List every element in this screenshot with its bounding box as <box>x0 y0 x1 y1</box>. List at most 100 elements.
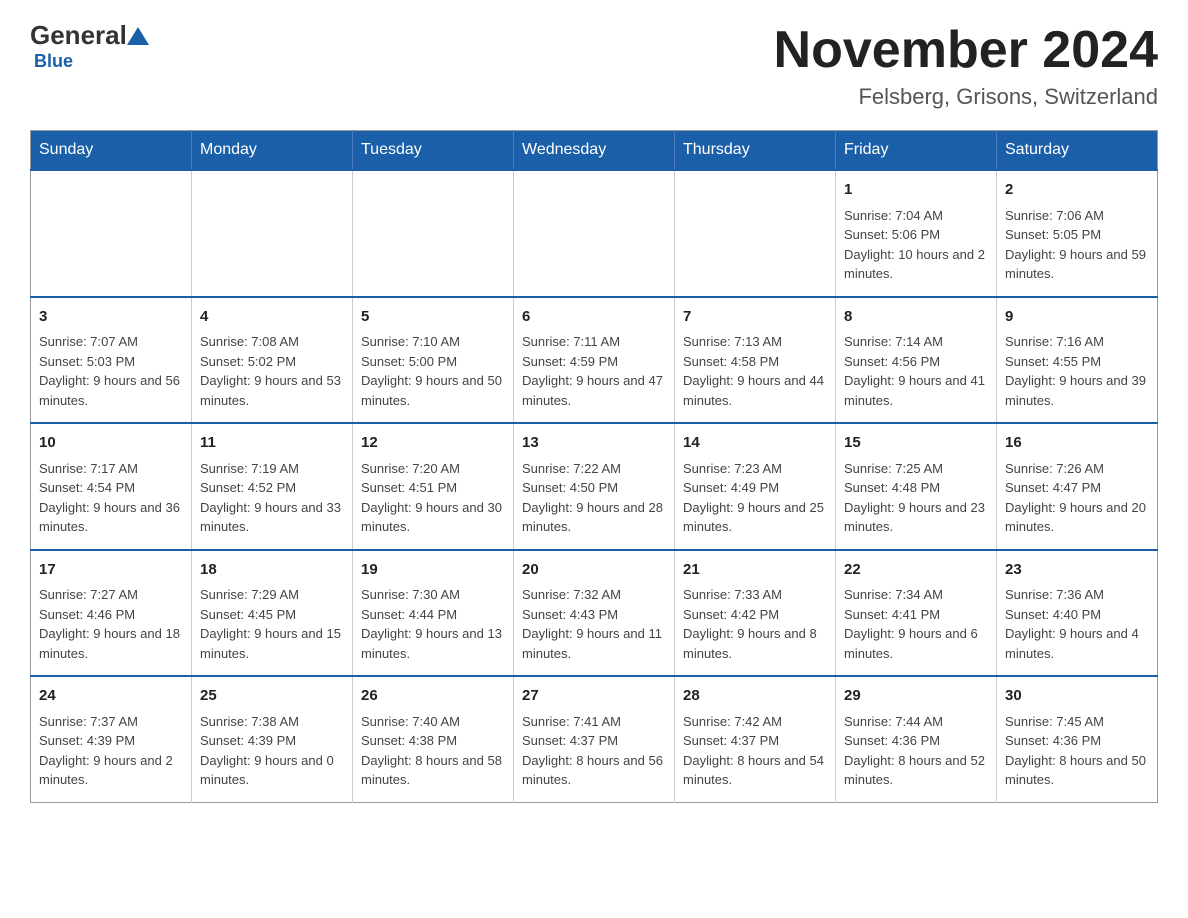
day-number: 24 <box>39 685 183 708</box>
logo-triangle-icon <box>127 27 149 45</box>
day-number: 3 <box>39 306 183 329</box>
day-number: 20 <box>522 559 666 582</box>
day-info: Sunrise: 7:44 AMSunset: 4:36 PMDaylight:… <box>844 712 988 790</box>
day-number: 16 <box>1005 432 1149 455</box>
logo-text: General <box>30 20 149 51</box>
day-number: 6 <box>522 306 666 329</box>
logo: General Blue <box>30 20 149 72</box>
day-info: Sunrise: 7:11 AMSunset: 4:59 PMDaylight:… <box>522 332 666 410</box>
day-number: 25 <box>200 685 344 708</box>
day-info: Sunrise: 7:17 AMSunset: 4:54 PMDaylight:… <box>39 459 183 537</box>
day-info: Sunrise: 7:10 AMSunset: 5:00 PMDaylight:… <box>361 332 505 410</box>
calendar-day-cell: 17Sunrise: 7:27 AMSunset: 4:46 PMDayligh… <box>31 550 192 677</box>
day-info: Sunrise: 7:33 AMSunset: 4:42 PMDaylight:… <box>683 585 827 663</box>
day-number: 5 <box>361 306 505 329</box>
calendar-week-row: 24 Sunrise: 7:37 AMSunset: 4:39 PMDayligh… <box>31 676 1158 802</box>
calendar-day-cell: 8 Sunrise: 7:14 AMSunset: 4:56 PMDaylight… <box>836 297 997 424</box>
calendar-day-cell: 7Sunrise: 7:13 AMSunset: 4:58 PMDaylight… <box>675 297 836 424</box>
day-number: 18 <box>200 559 344 582</box>
day-info: Sunrise: 7:32 AMSunset: 4:43 PMDaylight:… <box>522 585 666 663</box>
calendar-day-cell: 14Sunrise: 7:23 AMSunset: 4:49 PMDayligh… <box>675 423 836 550</box>
title-section: November 2024 Felsberg, Grisons, Switzer… <box>774 20 1158 110</box>
day-number: 10 <box>39 432 183 455</box>
logo-subtitle: Blue <box>34 51 73 72</box>
day-number: 1 <box>844 179 988 202</box>
calendar-day-cell: 1 Sunrise: 7:04 AMSunset: 5:06 PMDaylight… <box>836 170 997 297</box>
calendar-day-cell <box>675 170 836 297</box>
calendar-day-cell <box>31 170 192 297</box>
day-info: Sunrise: 7:04 AMSunset: 5:06 PMDaylight:… <box>844 206 988 284</box>
day-info: Sunrise: 7:30 AMSunset: 4:44 PMDaylight:… <box>361 585 505 663</box>
calendar-day-cell: 16 Sunrise: 7:26 AMSunset: 4:47 PMDayligh… <box>997 423 1158 550</box>
calendar-week-row: 17Sunrise: 7:27 AMSunset: 4:46 PMDayligh… <box>31 550 1158 677</box>
calendar-day-cell: 4 Sunrise: 7:08 AMSunset: 5:02 PMDaylight… <box>192 297 353 424</box>
day-info: Sunrise: 7:07 AMSunset: 5:03 PMDaylight:… <box>39 332 183 410</box>
day-info: Sunrise: 7:16 AMSunset: 4:55 PMDaylight:… <box>1005 332 1149 410</box>
day-number: 8 <box>844 306 988 329</box>
calendar-day-cell: 2Sunrise: 7:06 AMSunset: 5:05 PMDaylight… <box>997 170 1158 297</box>
day-info: Sunrise: 7:37 AMSunset: 4:39 PMDaylight:… <box>39 712 183 790</box>
day-number: 29 <box>844 685 988 708</box>
day-info: Sunrise: 7:14 AMSunset: 4:56 PMDaylight:… <box>844 332 988 410</box>
calendar-day-cell: 25 Sunrise: 7:38 AMSunset: 4:39 PMDayligh… <box>192 676 353 802</box>
day-header-friday: Friday <box>836 131 997 171</box>
day-number: 22 <box>844 559 988 582</box>
calendar-day-cell: 5 Sunrise: 7:10 AMSunset: 5:00 PMDaylight… <box>353 297 514 424</box>
day-header-tuesday: Tuesday <box>353 131 514 171</box>
calendar-day-cell: 9 Sunrise: 7:16 AMSunset: 4:55 PMDaylight… <box>997 297 1158 424</box>
calendar-day-cell: 11Sunrise: 7:19 AMSunset: 4:52 PMDayligh… <box>192 423 353 550</box>
calendar-day-cell: 19Sunrise: 7:30 AMSunset: 4:44 PMDayligh… <box>353 550 514 677</box>
day-info: Sunrise: 7:13 AMSunset: 4:58 PMDaylight:… <box>683 332 827 410</box>
day-info: Sunrise: 7:22 AMSunset: 4:50 PMDaylight:… <box>522 459 666 537</box>
calendar-day-cell: 12Sunrise: 7:20 AMSunset: 4:51 PMDayligh… <box>353 423 514 550</box>
day-info: Sunrise: 7:08 AMSunset: 5:02 PMDaylight:… <box>200 332 344 410</box>
calendar-day-cell: 3 Sunrise: 7:07 AMSunset: 5:03 PMDaylight… <box>31 297 192 424</box>
day-number: 11 <box>200 432 344 455</box>
calendar-day-cell: 21 Sunrise: 7:33 AMSunset: 4:42 PMDayligh… <box>675 550 836 677</box>
day-info: Sunrise: 7:34 AMSunset: 4:41 PMDaylight:… <box>844 585 988 663</box>
calendar-day-cell: 10 Sunrise: 7:17 AMSunset: 4:54 PMDayligh… <box>31 423 192 550</box>
calendar-day-cell: 6 Sunrise: 7:11 AMSunset: 4:59 PMDaylight… <box>514 297 675 424</box>
day-number: 26 <box>361 685 505 708</box>
calendar-week-row: 1 Sunrise: 7:04 AMSunset: 5:06 PMDaylight… <box>31 170 1158 297</box>
calendar-day-cell <box>514 170 675 297</box>
day-info: Sunrise: 7:23 AMSunset: 4:49 PMDaylight:… <box>683 459 827 537</box>
day-header-saturday: Saturday <box>997 131 1158 171</box>
day-info: Sunrise: 7:25 AMSunset: 4:48 PMDaylight:… <box>844 459 988 537</box>
day-number: 9 <box>1005 306 1149 329</box>
calendar-day-cell: 18 Sunrise: 7:29 AMSunset: 4:45 PMDayligh… <box>192 550 353 677</box>
calendar-header-row: SundayMondayTuesdayWednesdayThursdayFrid… <box>31 131 1158 171</box>
day-info: Sunrise: 7:36 AMSunset: 4:40 PMDaylight:… <box>1005 585 1149 663</box>
day-number: 15 <box>844 432 988 455</box>
calendar-day-cell: 23 Sunrise: 7:36 AMSunset: 4:40 PMDayligh… <box>997 550 1158 677</box>
location-subtitle: Felsberg, Grisons, Switzerland <box>774 84 1158 110</box>
calendar-day-cell <box>192 170 353 297</box>
day-header-wednesday: Wednesday <box>514 131 675 171</box>
calendar-day-cell: 13 Sunrise: 7:22 AMSunset: 4:50 PMDayligh… <box>514 423 675 550</box>
day-info: Sunrise: 7:42 AMSunset: 4:37 PMDaylight:… <box>683 712 827 790</box>
calendar-day-cell: 30 Sunrise: 7:45 AMSunset: 4:36 PMDayligh… <box>997 676 1158 802</box>
day-number: 30 <box>1005 685 1149 708</box>
calendar-week-row: 10 Sunrise: 7:17 AMSunset: 4:54 PMDayligh… <box>31 423 1158 550</box>
day-number: 23 <box>1005 559 1149 582</box>
calendar-day-cell: 28 Sunrise: 7:42 AMSunset: 4:37 PMDayligh… <box>675 676 836 802</box>
calendar-day-cell: 15 Sunrise: 7:25 AMSunset: 4:48 PMDayligh… <box>836 423 997 550</box>
logo-general-text: General <box>30 20 127 51</box>
day-info: Sunrise: 7:38 AMSunset: 4:39 PMDaylight:… <box>200 712 344 790</box>
day-number: 28 <box>683 685 827 708</box>
day-number: 27 <box>522 685 666 708</box>
day-info: Sunrise: 7:26 AMSunset: 4:47 PMDaylight:… <box>1005 459 1149 537</box>
day-info: Sunrise: 7:29 AMSunset: 4:45 PMDaylight:… <box>200 585 344 663</box>
day-header-thursday: Thursday <box>675 131 836 171</box>
main-title: November 2024 <box>774 20 1158 80</box>
calendar-day-cell: 22 Sunrise: 7:34 AMSunset: 4:41 PMDayligh… <box>836 550 997 677</box>
calendar-table: SundayMondayTuesdayWednesdayThursdayFrid… <box>30 130 1158 803</box>
day-info: Sunrise: 7:45 AMSunset: 4:36 PMDaylight:… <box>1005 712 1149 790</box>
calendar-day-cell: 27Sunrise: 7:41 AMSunset: 4:37 PMDayligh… <box>514 676 675 802</box>
day-header-sunday: Sunday <box>31 131 192 171</box>
day-number: 21 <box>683 559 827 582</box>
day-number: 13 <box>522 432 666 455</box>
day-number: 4 <box>200 306 344 329</box>
calendar-week-row: 3 Sunrise: 7:07 AMSunset: 5:03 PMDaylight… <box>31 297 1158 424</box>
calendar-day-cell: 24 Sunrise: 7:37 AMSunset: 4:39 PMDayligh… <box>31 676 192 802</box>
